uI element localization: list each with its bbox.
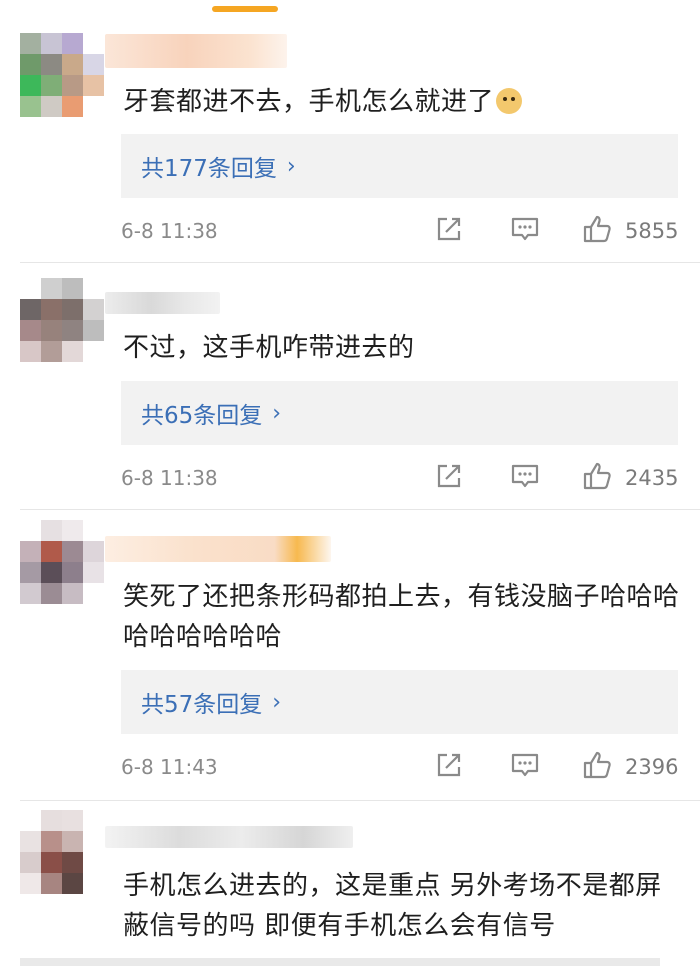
thumbs-up-icon[interactable] — [581, 749, 613, 781]
comment-icon[interactable] — [509, 749, 541, 781]
chevron-right-icon: › — [286, 153, 296, 179]
avatar[interactable] — [20, 520, 104, 604]
view-replies-button[interactable]: 共57条回复 › — [121, 670, 678, 734]
username-blurred[interactable] — [105, 292, 220, 314]
like-count: 5855 — [625, 219, 679, 243]
view-replies-button[interactable]: 共177条回复 › — [121, 134, 678, 198]
comment-text: 牙套都进不去，手机怎么就进了 — [123, 82, 683, 122]
reply-count-label: 共177条回复 — [141, 156, 277, 182]
comment-time: 6-8 11:38 — [121, 219, 218, 243]
username-blurred[interactable] — [105, 826, 353, 848]
comment-time: 6-8 11:43 — [121, 755, 218, 779]
username-blurred[interactable] — [105, 34, 287, 68]
share-icon[interactable] — [433, 749, 465, 781]
view-replies-button[interactable]: 共65条回复 › — [121, 381, 678, 445]
like-count: 2396 — [625, 755, 679, 779]
active-tab-indicator — [212, 6, 278, 12]
comment-text: 不过，这手机咋带进去的 — [123, 333, 415, 363]
comment-text: 手机怎么进去的，这是重点 另外考场不是都屏蔽信号的吗 即便有手机怎么会有信号 — [123, 871, 662, 941]
share-icon[interactable] — [433, 460, 465, 492]
comment-icon[interactable] — [509, 460, 541, 492]
divider — [20, 800, 700, 801]
thumbs-up-icon[interactable] — [581, 460, 613, 492]
avatar[interactable] — [20, 278, 104, 362]
share-icon[interactable] — [433, 213, 465, 245]
comment-text: 笑死了还把条形码都拍上去，有钱没脑子哈哈哈哈哈哈哈哈哈 — [123, 582, 680, 652]
divider — [20, 509, 700, 510]
reply-count-label: 共65条回复 — [141, 403, 263, 429]
avatar[interactable] — [20, 810, 104, 894]
avatar[interactable] — [20, 33, 104, 117]
comment-meta: 6-8 11:38 2435 — [121, 458, 681, 498]
thumbs-up-icon[interactable] — [581, 213, 613, 245]
comment-time: 6-8 11:38 — [121, 466, 218, 490]
chevron-right-icon: › — [272, 689, 282, 715]
divider — [20, 262, 700, 263]
like-count: 2435 — [625, 466, 679, 490]
reply-count-label: 共57条回复 — [141, 692, 263, 718]
doge-emoji — [496, 88, 523, 114]
username-blurred[interactable] — [105, 536, 331, 562]
chevron-right-icon: › — [272, 400, 282, 426]
comment-meta: 6-8 11:38 5855 — [121, 211, 681, 251]
comment-meta: 6-8 11:43 2396 — [121, 747, 681, 787]
comment-icon[interactable] — [509, 213, 541, 245]
